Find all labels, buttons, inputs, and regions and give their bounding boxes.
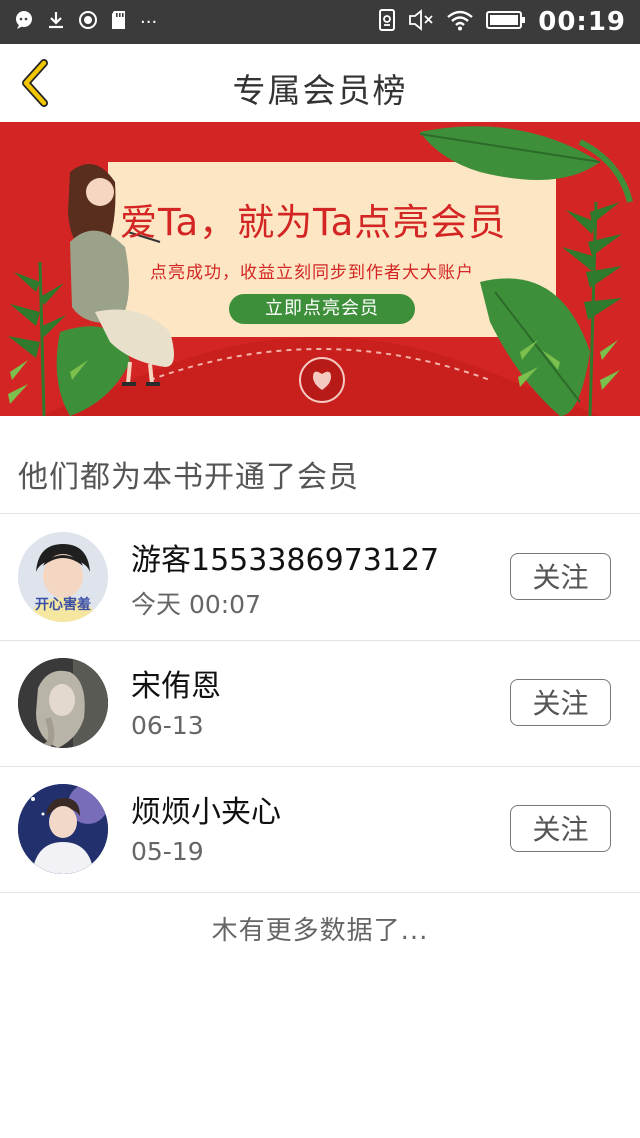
- member-date: 05-19: [131, 837, 204, 866]
- banner-headline: 爱Ta，就为Ta点亮会员: [120, 201, 507, 244]
- avatar[interactable]: [18, 784, 108, 874]
- page-title: 专属会员榜: [232, 71, 408, 110]
- member-date: 06-13: [131, 711, 204, 740]
- status-bar: ··· 00:19: [0, 0, 640, 44]
- nfc-icon: [378, 8, 396, 36]
- wifi-icon: [446, 9, 474, 36]
- avatar[interactable]: [18, 658, 108, 748]
- member-row[interactable]: 烦烦小夹心 05-19 关注: [0, 767, 640, 891]
- download-icon: [46, 10, 66, 35]
- record-icon: [78, 10, 98, 35]
- follow-button[interactable]: 关注: [510, 553, 611, 600]
- avatar-caption: 开心害羞: [35, 597, 91, 613]
- member-row[interactable]: 开心害羞 游客1553386973127 今天 00:07 关注: [0, 515, 640, 639]
- battery-icon: [486, 10, 526, 35]
- promo-banner[interactable]: 爱Ta，就为Ta点亮会员 点亮成功，收益立刻同步到作者大大账户 立即点亮会员: [0, 122, 640, 416]
- light-up-member-label: 立即点亮会员: [265, 298, 379, 319]
- no-more-data-text: 木有更多数据了...: [211, 916, 429, 946]
- status-left: ···: [14, 10, 157, 35]
- member-name: 游客1553386973127: [131, 543, 440, 578]
- member-name: 烦烦小夹心: [131, 795, 281, 830]
- status-right: 00:19: [378, 7, 626, 37]
- avatar-image: [18, 658, 108, 748]
- mute-icon: [408, 8, 434, 36]
- banner-subtext: 点亮成功，收益立刻同步到作者大大账户: [150, 263, 474, 283]
- divider: [0, 892, 640, 893]
- sd-card-icon: [110, 10, 128, 35]
- member-date: 今天 00:07: [131, 590, 261, 619]
- follow-button[interactable]: 关注: [510, 679, 611, 726]
- more-notifications: ···: [140, 11, 158, 33]
- avatar[interactable]: 开心害羞: [18, 532, 108, 622]
- light-up-member-button[interactable]: 立即点亮会员: [229, 294, 415, 324]
- section-title: 他们都为本书开通了会员: [18, 460, 359, 495]
- follow-button[interactable]: 关注: [510, 805, 611, 852]
- message-icon: [14, 10, 34, 35]
- member-row[interactable]: 宋侑恩 06-13 关注: [0, 641, 640, 765]
- avatar-image: [18, 784, 108, 874]
- status-time: 00:19: [538, 7, 626, 37]
- navigation-bar: 专属会员榜: [0, 44, 640, 122]
- divider: [0, 513, 640, 514]
- member-name: 宋侑恩: [131, 669, 221, 704]
